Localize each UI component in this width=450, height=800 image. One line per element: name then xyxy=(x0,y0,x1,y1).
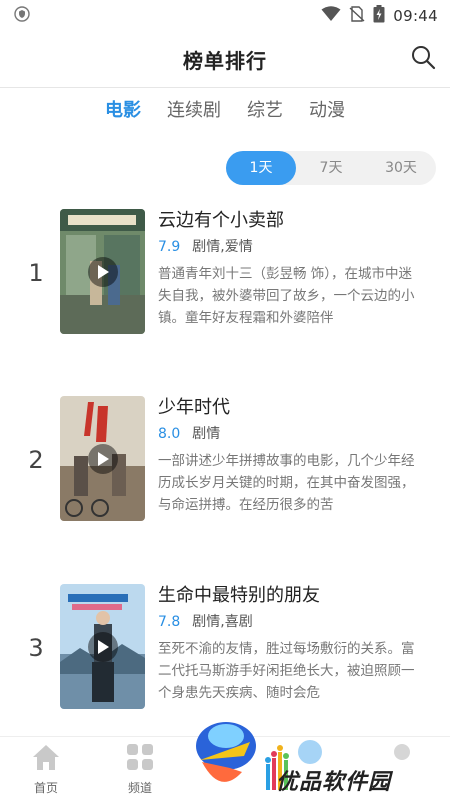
movie-genre: 剧情,爱情 xyxy=(192,239,253,255)
movie-title[interactable]: 生命中最特别的朋友 xyxy=(158,584,420,608)
tab-anime[interactable]: 动漫 xyxy=(309,94,345,128)
movie-score: 7.8 xyxy=(158,614,181,630)
rank-number: 1 xyxy=(28,259,44,287)
movie-title[interactable]: 云边有个小卖部 xyxy=(158,209,420,233)
search-icon xyxy=(410,44,436,74)
movie-genre: 剧情,喜剧 xyxy=(192,614,253,630)
rank-number: 2 xyxy=(28,446,44,474)
movie-poster[interactable] xyxy=(60,396,145,521)
tab-series[interactable]: 连续剧 xyxy=(167,94,221,128)
list-item[interactable]: 2 少年时代 8.0 剧情 一部讲述少年拼搏故事的电影，几个少年经历成长岁月关键… xyxy=(0,396,450,524)
movie-score: 8.0 xyxy=(158,426,181,442)
search-button[interactable] xyxy=(408,44,438,74)
movie-description: 至死不渝的友情，胜过每场敷衍的关系。富二代托马斯游手好闲拒绝长大，被迫照顾一个身… xyxy=(158,641,415,701)
tab-variety[interactable]: 综艺 xyxy=(247,94,283,128)
period-30-days[interactable]: 30天 xyxy=(366,151,436,185)
movie-genre: 剧情 xyxy=(192,426,221,442)
no-signal-icon xyxy=(349,6,365,26)
movie-poster[interactable] xyxy=(60,584,145,709)
list-item[interactable]: 3 生命中最特别的朋友 7.8 剧情,喜剧 至死不渝的友情，胜过每场敷衍的关系。… xyxy=(0,584,450,712)
tab-movie[interactable]: 电影 xyxy=(105,94,141,128)
nav-home[interactable]: 首页 xyxy=(16,743,76,799)
movie-description: 普通青年刘十三（彭昱畅 饰），在城市中迷失自我，被外婆带回了故乡，一个云边的小镇… xyxy=(158,266,415,326)
watermark: 优品软件园 xyxy=(190,712,450,800)
title-bar: 榜单排行 xyxy=(0,32,450,88)
home-icon xyxy=(32,743,60,775)
nav-channel[interactable]: 频道 xyxy=(110,743,170,799)
watermark-text: 优品软件园 xyxy=(276,770,392,795)
period-1-day[interactable]: 1天 xyxy=(226,151,296,185)
shield-icon xyxy=(14,6,30,26)
rank-number: 3 xyxy=(28,634,44,662)
category-tabs: 电影 连续剧 综艺 动漫 xyxy=(0,94,450,128)
play-icon xyxy=(88,444,118,474)
list-item[interactable]: 1 云边有个小卖部 7.9 剧情,爱情 普通青年刘十三（彭昱畅 饰），在城市中迷… xyxy=(0,209,450,337)
nav-channel-label: 频道 xyxy=(127,781,152,795)
period-toggle: 1天 7天 30天 xyxy=(226,151,436,185)
grid-icon xyxy=(126,743,154,775)
status-bar: 09:44 xyxy=(0,0,450,32)
play-icon xyxy=(88,257,118,287)
status-time: 09:44 xyxy=(393,7,438,25)
movie-score: 7.9 xyxy=(158,239,181,255)
period-7-days[interactable]: 7天 xyxy=(296,151,366,185)
battery-icon xyxy=(373,5,385,27)
page-title: 榜单排行 xyxy=(183,49,267,73)
wifi-icon xyxy=(321,6,341,26)
movie-description: 一部讲述少年拼搏故事的电影，几个少年经历成长岁月关键的时期，在其中奋发图强，与命… xyxy=(158,453,415,513)
nav-home-label: 首页 xyxy=(33,781,58,795)
movie-title[interactable]: 少年时代 xyxy=(158,396,420,420)
play-icon xyxy=(88,632,118,662)
movie-poster[interactable] xyxy=(60,209,145,334)
